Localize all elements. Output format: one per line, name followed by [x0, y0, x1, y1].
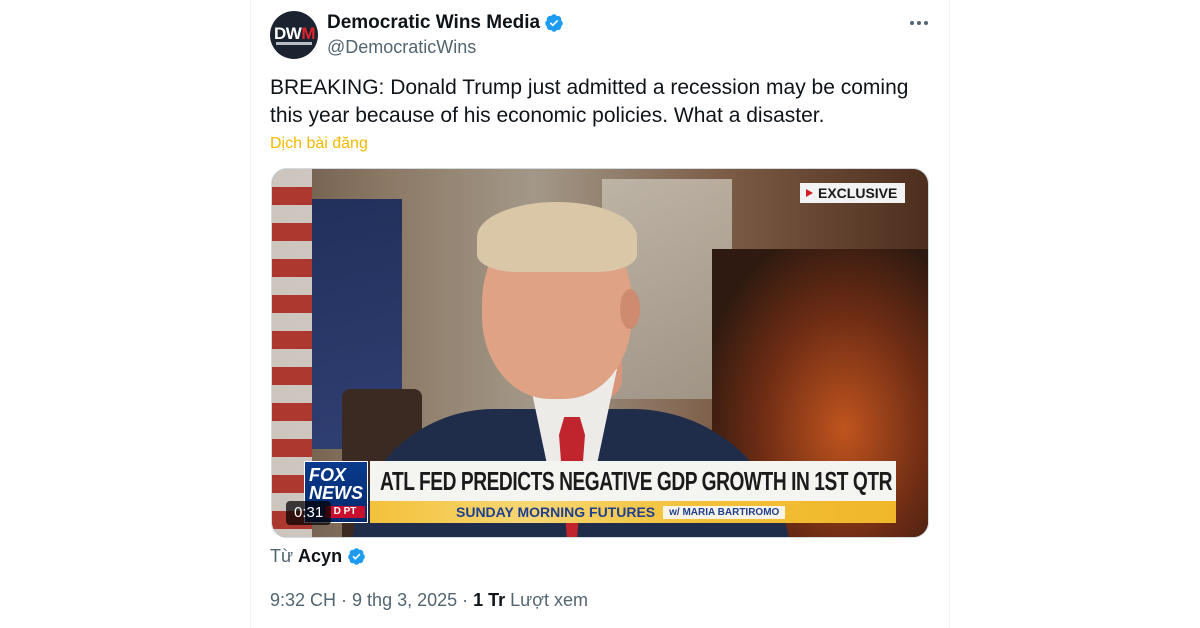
avatar-logo: DWM: [274, 24, 315, 43]
source-prefix: Từ: [270, 546, 294, 566]
tweet-card: DWM Democratic Wins Media @DemocraticWin…: [250, 0, 950, 628]
chyron-subbar: SUNDAY MORNING FUTURES w/ MARIA BARTIROM…: [370, 501, 896, 523]
video-player[interactable]: EXCLUSIVE FOX NEWS D PT ATL FED PREDICTS…: [271, 168, 929, 538]
show-host: w/ MARIA BARTIROMO: [663, 505, 786, 519]
author-name-row: Democratic Wins Media: [327, 11, 564, 35]
tweet-text: BREAKING: Donald Trump just admitted a r…: [270, 76, 909, 127]
source-author-link[interactable]: Acyn: [298, 544, 342, 568]
author-avatar[interactable]: DWM: [270, 11, 318, 59]
views-label: Lượt xem: [510, 590, 589, 610]
network-logo-line1: FOX: [309, 465, 347, 485]
views-count: 1 Tr: [473, 590, 506, 610]
avatar-logo-underline: [276, 42, 312, 45]
tweet-metadata: 9:32 CH · 9 thg 3, 2025 · 1 Tr Lượt xem: [270, 588, 588, 612]
verified-badge-icon: [545, 14, 563, 32]
play-triangle-icon: [806, 189, 813, 197]
video-duration: 0:31: [286, 501, 332, 525]
tweet-time-link[interactable]: 9:32 CH: [270, 588, 336, 612]
network-logo-line2: NEWS: [309, 483, 363, 503]
news-chyron: FOX NEWS D PT ATL FED PREDICTS NEGATIVE …: [304, 461, 896, 525]
author-handle[interactable]: @DemocraticWins: [327, 36, 476, 58]
meta-separator: ·: [341, 590, 348, 610]
chyron-headline: ATL FED PREDICTS NEGATIVE GDP GROWTH IN …: [370, 461, 896, 501]
meta-separator: ·: [462, 590, 469, 610]
more-options-icon[interactable]: [908, 12, 930, 34]
author-display-name[interactable]: Democratic Wins Media: [327, 11, 540, 35]
video-person-hair: [477, 202, 637, 272]
exclusive-label: EXCLUSIVE: [818, 185, 898, 201]
video-source-attribution: Từ Acyn: [270, 544, 366, 568]
verified-badge-icon: [348, 547, 365, 565]
show-name: SUNDAY MORNING FUTURES: [456, 504, 656, 520]
exclusive-badge: EXCLUSIVE: [800, 183, 906, 203]
video-person-ear: [620, 289, 640, 329]
translate-post-link[interactable]: Dịch bài đăng: [270, 134, 368, 154]
tweet-date-link[interactable]: 9 thg 3, 2025: [352, 588, 457, 612]
